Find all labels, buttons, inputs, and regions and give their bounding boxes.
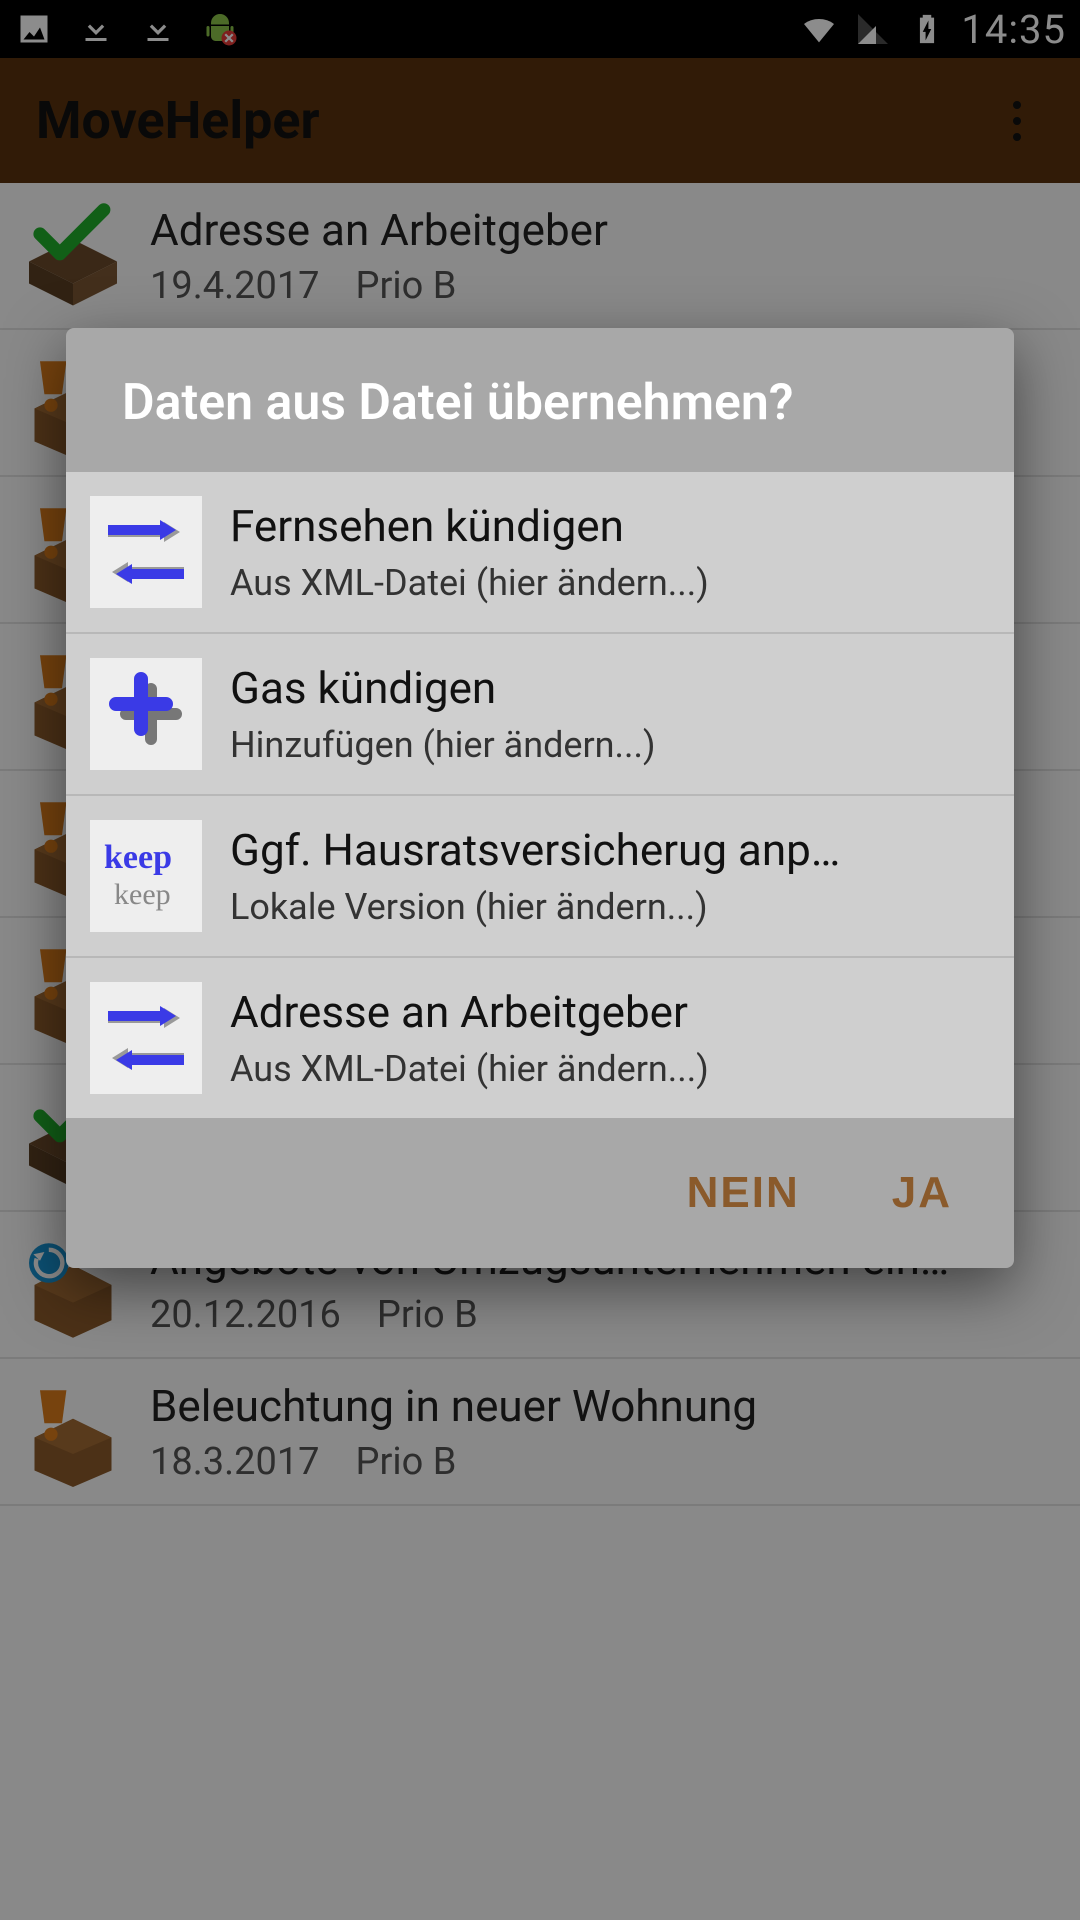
dialog-yes-button[interactable]: JA [892, 1168, 952, 1218]
dialog-item-icon: keepkeep [90, 820, 202, 932]
dialog-item-icon [90, 982, 202, 1094]
dialog-item[interactable]: Gas kündigen Hinzufügen (hier ändern...) [66, 634, 1014, 796]
dialog-item-sub: Aus XML-Datei (hier ändern...) [230, 1048, 990, 1090]
dialog-title: Daten aus Datei übernehmen? [66, 328, 1014, 472]
dialog-no-button[interactable]: NEIN [687, 1168, 800, 1218]
dialog-item-icon [90, 496, 202, 608]
dialog-item[interactable]: keepkeep Ggf. Hausratsversicherug anp… Lok… [66, 796, 1014, 958]
dialog-item-sub: Hinzufügen (hier ändern...) [230, 724, 990, 766]
dialog-item-sub: Lokale Version (hier ändern...) [230, 886, 990, 928]
dialog-list: Fernsehen kündigen Aus XML-Datei (hier än… [66, 472, 1014, 1118]
dialog-item-title: Ggf. Hausratsversicherug anp… [230, 824, 990, 876]
dialog-item[interactable]: Fernsehen kündigen Aus XML-Datei (hier än… [66, 472, 1014, 634]
import-dialog: Daten aus Datei übernehmen? Fernsehen kü… [66, 328, 1014, 1268]
svg-text:keep: keep [114, 878, 171, 911]
dialog-item-sub: Aus XML-Datei (hier ändern...) [230, 562, 990, 604]
dialog-item-title: Adresse an Arbeitgeber [230, 986, 990, 1038]
dialog-item[interactable]: Adresse an Arbeitgeber Aus XML-Datei (hie… [66, 958, 1014, 1118]
dialog-item-title: Fernsehen kündigen [230, 500, 990, 552]
svg-text:keep: keep [104, 839, 172, 876]
dialog-item-icon [90, 658, 202, 770]
dialog-item-title: Gas kündigen [230, 662, 990, 714]
